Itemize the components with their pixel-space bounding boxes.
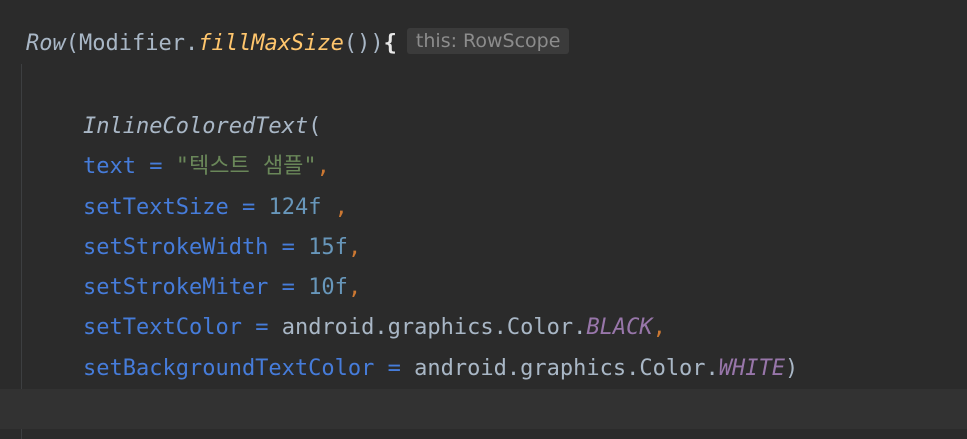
equals-sign: = <box>268 235 309 260</box>
comma: , <box>652 315 666 340</box>
code-line-3[interactable]: text = "텍스트 샘플", <box>83 147 330 187</box>
constant: WHITE <box>718 356 786 381</box>
paren: ) <box>785 356 799 381</box>
string-literal: "텍스트 샘플" <box>175 154 317 179</box>
equals-sign: = <box>374 356 415 381</box>
number-literal: 15f <box>308 235 348 260</box>
number-literal: 124f <box>268 195 322 220</box>
code-editor[interactable]: Row(Modifier.fillMaxSize()){this: RowSco… <box>0 0 967 439</box>
code-line-5[interactable]: setStrokeWidth = 15f, <box>83 228 361 268</box>
equals-sign: = <box>268 275 309 300</box>
parameter-name: setBackgroundTextColor <box>83 356 375 381</box>
paren: ( <box>308 114 322 139</box>
parameter-name: setStrokeWidth <box>83 235 269 260</box>
code-line-8[interactable]: setBackgroundTextColor = android.graphic… <box>83 349 798 389</box>
constant: BLACK <box>586 315 653 340</box>
function-name: Row <box>26 31 66 56</box>
code-line-1[interactable]: Row(Modifier.fillMaxSize()){ this: RowSco… <box>26 24 570 64</box>
parameter-name: text <box>83 154 136 179</box>
code-line-2[interactable]: InlineColoredText( <box>83 107 321 147</box>
inlay-type-hint: this: RowScope <box>406 28 570 54</box>
code-line-6[interactable]: setStrokeMiter = 10f, <box>83 268 361 308</box>
parameter-name: setTextSize <box>83 195 229 220</box>
brace: { <box>383 31 397 56</box>
indent-guide <box>21 64 22 439</box>
equals-sign: = <box>228 195 269 220</box>
code-line-4[interactable]: setTextSize = 124f , <box>83 188 348 228</box>
current-line-highlight <box>0 389 967 429</box>
receiver: Modifier. <box>79 31 199 56</box>
comma: , <box>316 154 330 179</box>
parameter-name: setTextColor <box>83 315 242 340</box>
paren: ( <box>65 31 79 56</box>
number-literal: 10f <box>308 275 348 300</box>
comma: , <box>321 195 348 220</box>
equals-sign: = <box>135 154 176 179</box>
code-line-7[interactable]: setTextColor = android.graphics.Color.BL… <box>83 308 666 348</box>
parameter-name: setStrokeMiter <box>83 275 269 300</box>
equals-sign: = <box>241 315 282 340</box>
paren: ()) <box>343 31 384 56</box>
comma: , <box>347 275 362 300</box>
qualifier: android.graphics.Color. <box>414 356 719 381</box>
comma: , <box>347 235 362 260</box>
function-name: InlineColoredText <box>83 114 309 139</box>
qualifier: android.graphics.Color. <box>281 315 587 340</box>
extension-function: fillMaxSize <box>198 31 344 56</box>
